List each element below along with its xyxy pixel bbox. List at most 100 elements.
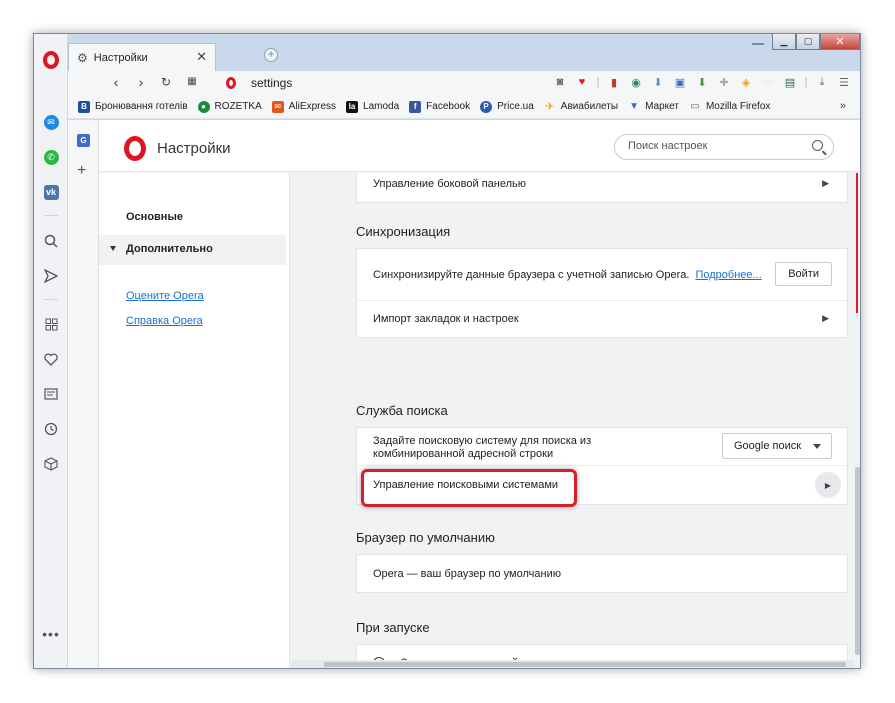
send-icon[interactable] [43,268,59,284]
reload-icon[interactable]: ↻ [158,75,174,89]
back-icon[interactable]: ‹ [108,74,124,90]
chevron-down-icon [813,444,821,449]
default-browser-section-title: Браузер по умолчанию [356,530,495,545]
bookmark-item[interactable]: f Facebook [409,100,470,113]
extension-gray-icon[interactable]: ◌ [760,74,776,90]
puzzle-icon[interactable]: ✚ [716,74,732,90]
tab-bar: ⚙ Настройки ✕ + ▁ ▢ ✕ [68,34,860,71]
chevron-right-icon[interactable]: ▶ [815,472,841,498]
tiles-icon[interactable]: ▦ [184,76,200,87]
bookmark-item[interactable]: ✈ Авиабилеты [544,101,618,113]
window-controls: ▁ ▢ ✕ [772,34,860,52]
extension-dark-icon[interactable]: ▤ [782,74,798,90]
speed-dial-icon[interactable] [43,316,59,332]
whatsapp-icon[interactable]: ✆ [43,149,59,165]
maximize-icon[interactable]: ▢ [796,34,820,50]
camera-icon[interactable]: ◙ [552,74,568,90]
downloads-icon[interactable]: ⤓ [814,74,830,90]
more-dots-icon[interactable]: ••• [42,626,59,642]
search-icon[interactable] [812,140,823,151]
news-icon[interactable] [43,386,59,402]
vertical-scrollbar[interactable] [854,173,860,658]
toolbar-extensions: ◙ ♥ | ▮ ◉ ⬇ ▣ ⬇ ✚ ◈ ◌ ▤ | ⤓ ☰ [552,74,852,90]
search-box[interactable] [614,134,834,160]
bookmark-item[interactable]: B Бронювання готелів [78,100,188,113]
bookmark-item[interactable]: ✉ AliExpress [271,100,336,113]
chevron-right-icon: ▶ [822,178,829,188]
scroll-indicator [856,173,858,313]
search-icon[interactable] [43,233,59,249]
translate-icon[interactable]: ▣ [672,74,688,90]
bookmark-item[interactable]: ▭ Mozilla Firefox [689,101,770,113]
search-engine-text: Задайте поисковую систему для поиска из … [373,435,592,460]
extension-orange-icon[interactable]: ◈ [738,74,754,90]
easy-setup-icon[interactable]: ☰ [836,74,852,90]
opera-url-icon [226,77,236,89]
minimize-icon[interactable]: ▁ [772,34,796,50]
search-engine-select[interactable]: Google поиск [722,433,832,459]
manage-sidebar-row[interactable]: Управление боковой панелью ▶ [357,173,847,202]
address-input[interactable]: settings [251,76,292,90]
history-icon[interactable] [43,421,59,437]
sign-in-button[interactable]: Войти [775,262,832,286]
extension-sg-icon[interactable]: ◉ [628,74,644,90]
manage-search-engines-row[interactable]: Управление поисковыми системами ▶ [357,466,847,507]
heart-icon[interactable] [43,351,59,367]
horizontal-scrollbar[interactable] [291,660,854,668]
lamoda-icon: la [346,100,359,113]
extension-green-icon[interactable]: ⬇ [694,74,710,90]
import-bookmarks-row[interactable]: Импорт закладок и настроек ▶ [357,301,847,337]
close-tab-icon[interactable]: ✕ [196,49,207,65]
forward-icon[interactable]: › [133,74,149,90]
messenger-icon[interactable]: ✉ [43,114,59,130]
bookmark-label: Price.ua [497,101,534,112]
sync-text: Синхронизируйте данные браузера с учетно… [373,268,690,281]
scrollbar-thumb[interactable] [855,467,860,655]
nav-advanced[interactable]: Дополнительно [126,243,213,255]
learn-more-link[interactable]: Подробнее... [695,269,761,281]
new-tab-button[interactable]: + [264,48,278,62]
vk-icon[interactable]: vk [43,184,59,200]
default-search-row: Задайте поисковую систему для поиска из … [357,428,847,466]
bookmark-item[interactable]: P Price.ua [480,100,534,113]
sync-row: Синхронизируйте данные браузера с учетно… [357,249,847,301]
close-window-icon[interactable]: ✕ [820,34,860,50]
download-arrow-icon[interactable]: ⬇ [650,74,666,90]
booking-icon: B [78,100,90,113]
row-label: Импорт закладок и настроек [373,313,519,325]
extensions-cube-icon[interactable] [43,456,59,472]
bookmark-item[interactable]: la Lamoda [346,100,400,113]
bookmarks-bar: B Бронювання готелів ● ROZETKA ✉ AliExpress… [68,95,860,119]
tab-settings[interactable]: ⚙ Настройки ✕ [68,43,216,71]
gear-icon: ⚙ [77,50,88,65]
opera-sidebar: ✉ ✆ vk ••• [34,34,68,668]
opera-help-link[interactable]: Справка Opera [126,315,203,327]
translate-icon[interactable]: G [77,134,90,147]
heart-filled-icon[interactable]: ♥ [574,74,590,90]
facebook-icon: f [409,100,422,113]
row-label: Управление боковой панелью [373,178,527,190]
market-icon: ▼ [629,101,640,112]
scrollbar-thumb[interactable] [324,662,846,667]
opera-menu-icon[interactable] [43,51,59,69]
nav-basic[interactable]: Основные [126,211,183,223]
extension-red-icon[interactable]: ▮ [606,74,622,90]
bookmark-label: Mozilla Firefox [705,101,771,112]
browser-window: ✉ ✆ vk ••• ⚙ Настройки ✕ + ▁ ▢ ✕ ‹ › ↻ ▦… [33,33,861,669]
bookmark-label: Lamoda [363,101,400,112]
sidebar-settings-card: Управление боковой панелью ▶ [356,173,848,203]
rate-opera-link[interactable]: Оцените Opera [126,290,204,302]
secondary-sidebar: G + [68,120,99,668]
select-value: Google поиск [734,440,802,452]
row-label: Opera — ваш браузер по умолчанию [373,567,561,580]
address-toolbar: ‹ › ↻ ▦ settings ◙ ♥ | ▮ ◉ ⬇ ▣ ⬇ ✚ ◈ ◌ ▤… [68,71,860,95]
tab-menu-icon[interactable] [752,37,764,45]
startup-section-title: При запуске [356,620,430,635]
bookmarks-overflow-icon[interactable]: » [840,100,846,112]
bookmark-item[interactable]: ▼ Маркет [628,101,679,113]
add-panel-icon[interactable]: + [77,162,86,180]
priceua-icon: P [480,100,493,113]
search-input[interactable] [628,140,808,152]
content-area: G + Настройки Основные Дополнительно Оце… [68,120,860,668]
bookmark-item[interactable]: ● ROZETKA [197,100,262,113]
